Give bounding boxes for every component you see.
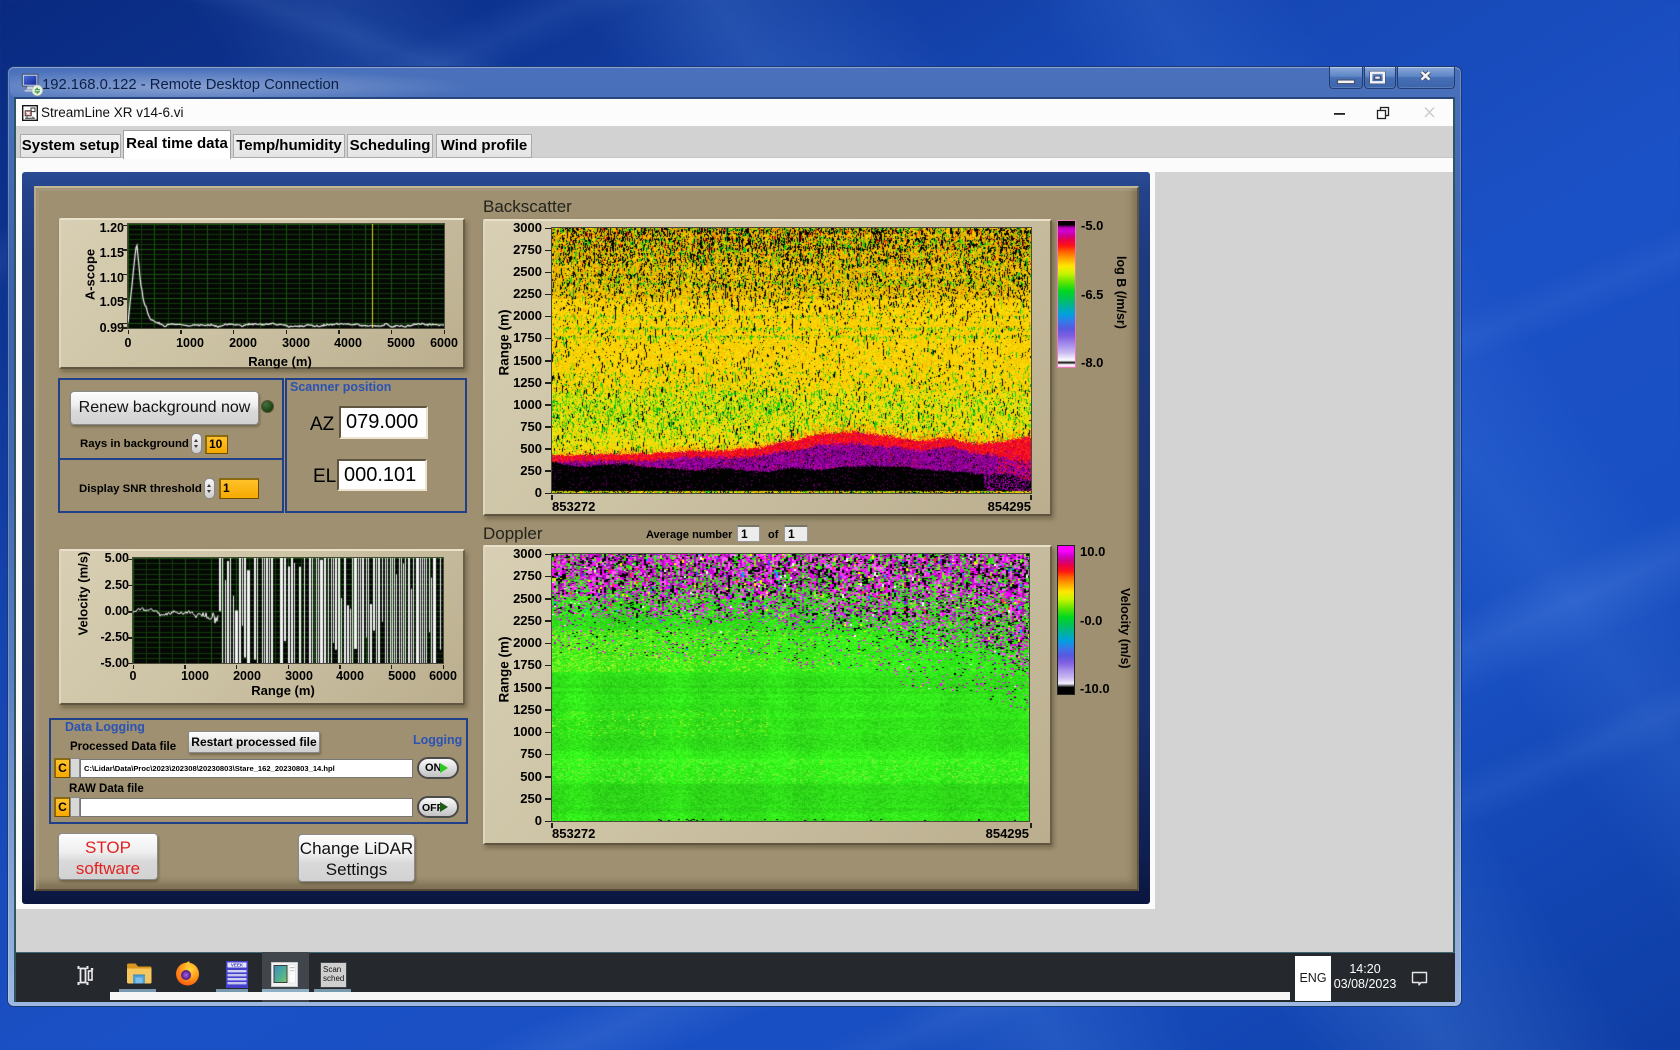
svg-text:VEEK: VEEK bbox=[231, 963, 244, 968]
